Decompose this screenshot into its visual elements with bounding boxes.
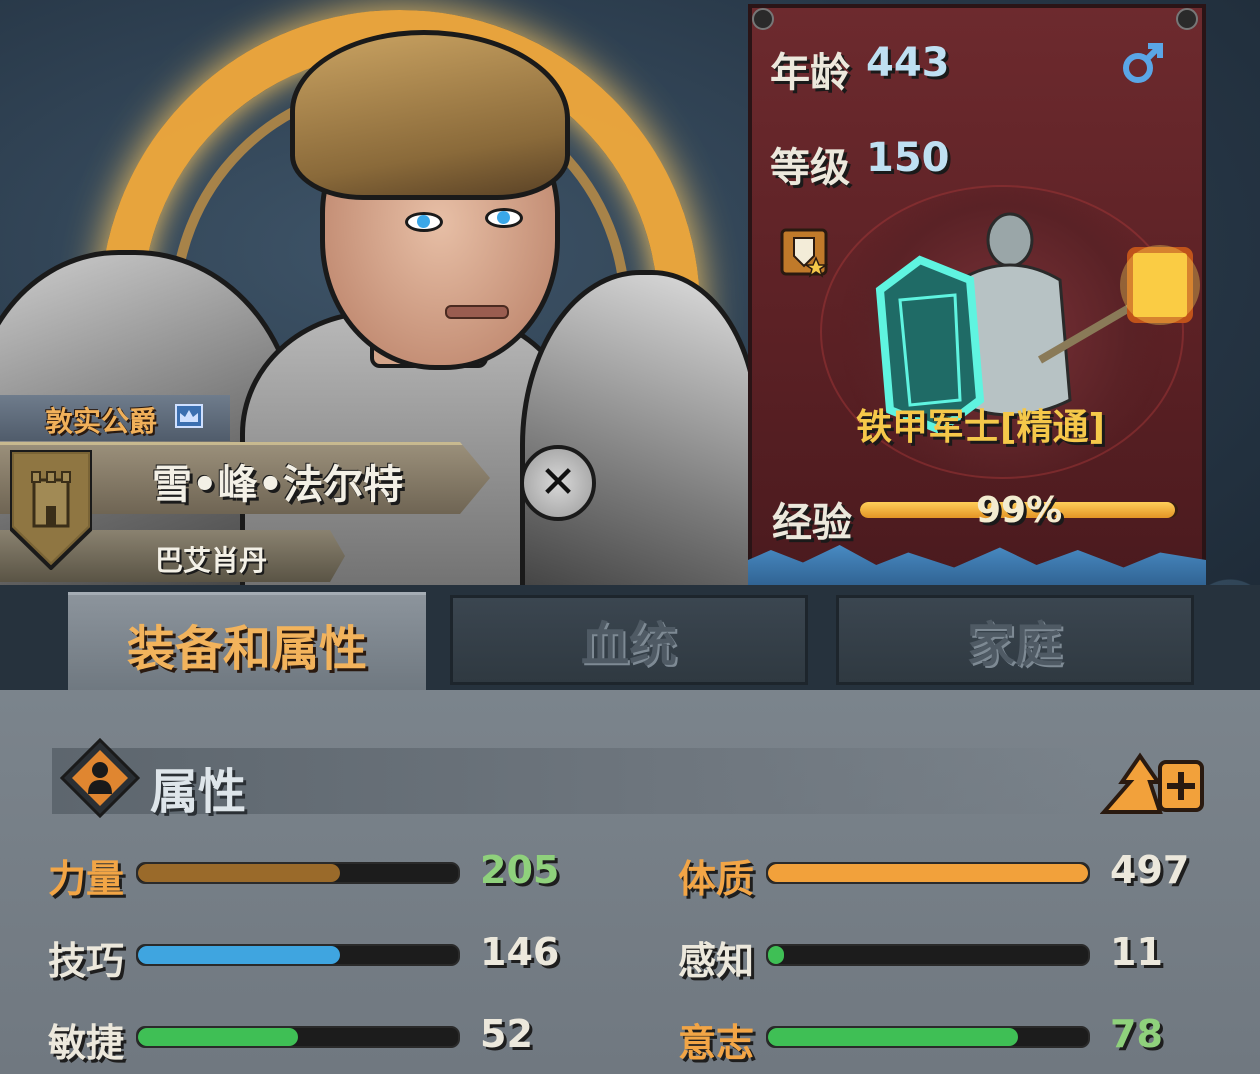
age-label: 年龄 xyxy=(770,50,850,96)
level-value: 150 xyxy=(866,135,950,181)
attribute-bar xyxy=(766,944,1090,966)
attribute-label: 敏捷 xyxy=(48,1021,125,1065)
attribute-bar-fill xyxy=(768,1028,1018,1046)
attribute-bar xyxy=(136,862,460,884)
attribute-bar xyxy=(766,862,1090,884)
right-eye xyxy=(485,208,523,228)
class-name: 铁甲军士[精通] xyxy=(856,407,1105,448)
section-title: 属性 xyxy=(150,764,247,820)
rivet xyxy=(752,8,774,30)
tab-family[interactable]: 家庭 xyxy=(836,595,1194,685)
noble-title: 敦实公爵 xyxy=(45,405,158,438)
attribute-bar xyxy=(136,944,460,966)
rivet xyxy=(1176,8,1198,30)
attribute-value: 52 xyxy=(480,1012,533,1056)
person-attribute-icon xyxy=(60,738,140,818)
class-rank-badge-icon[interactable] xyxy=(780,228,828,280)
attribute-value: 205 xyxy=(480,848,560,892)
crown-icon xyxy=(175,404,203,428)
attribute-bar-fill xyxy=(138,946,340,964)
close-button[interactable]: ✕ xyxy=(520,445,596,521)
hair xyxy=(290,30,570,200)
attribute-bar-fill xyxy=(768,864,1088,882)
level-label: 等级 xyxy=(770,145,850,191)
attribute-label: 体质 xyxy=(678,857,755,901)
attribute-label: 技巧 xyxy=(48,939,125,983)
attribute-label: 感知 xyxy=(678,939,755,983)
attribute-bar xyxy=(766,1026,1090,1048)
attribute-label: 意志 xyxy=(678,1021,755,1065)
attribute-value: 78 xyxy=(1110,1012,1163,1056)
attribute-value: 11 xyxy=(1110,930,1163,974)
attribute-value: 146 xyxy=(480,930,560,974)
attribute-bar-fill xyxy=(768,946,784,964)
attribute-value: 497 xyxy=(1110,848,1190,892)
house-name: 巴艾肖丹 xyxy=(155,544,268,577)
age-value: 443 xyxy=(866,40,950,86)
left-eye xyxy=(405,212,443,232)
attribute-bar-fill xyxy=(138,1028,298,1046)
tab-bloodline[interactable]: 血统 xyxy=(450,595,808,685)
character-name: 雪•峰•法尔特 xyxy=(152,462,404,508)
attribute-label: 力量 xyxy=(48,857,125,901)
exp-percent: 99% xyxy=(976,490,1063,531)
exp-label: 经验 xyxy=(772,500,852,546)
male-icon xyxy=(1123,43,1163,83)
attribute-upgrade-icon[interactable] xyxy=(1100,742,1208,818)
attribute-bar xyxy=(136,1026,460,1048)
mouth xyxy=(445,305,509,319)
attribute-bar-fill xyxy=(138,864,340,882)
family-crest-icon[interactable] xyxy=(10,450,92,570)
tab-equipment-attributes[interactable]: 装备和属性 xyxy=(68,592,426,692)
